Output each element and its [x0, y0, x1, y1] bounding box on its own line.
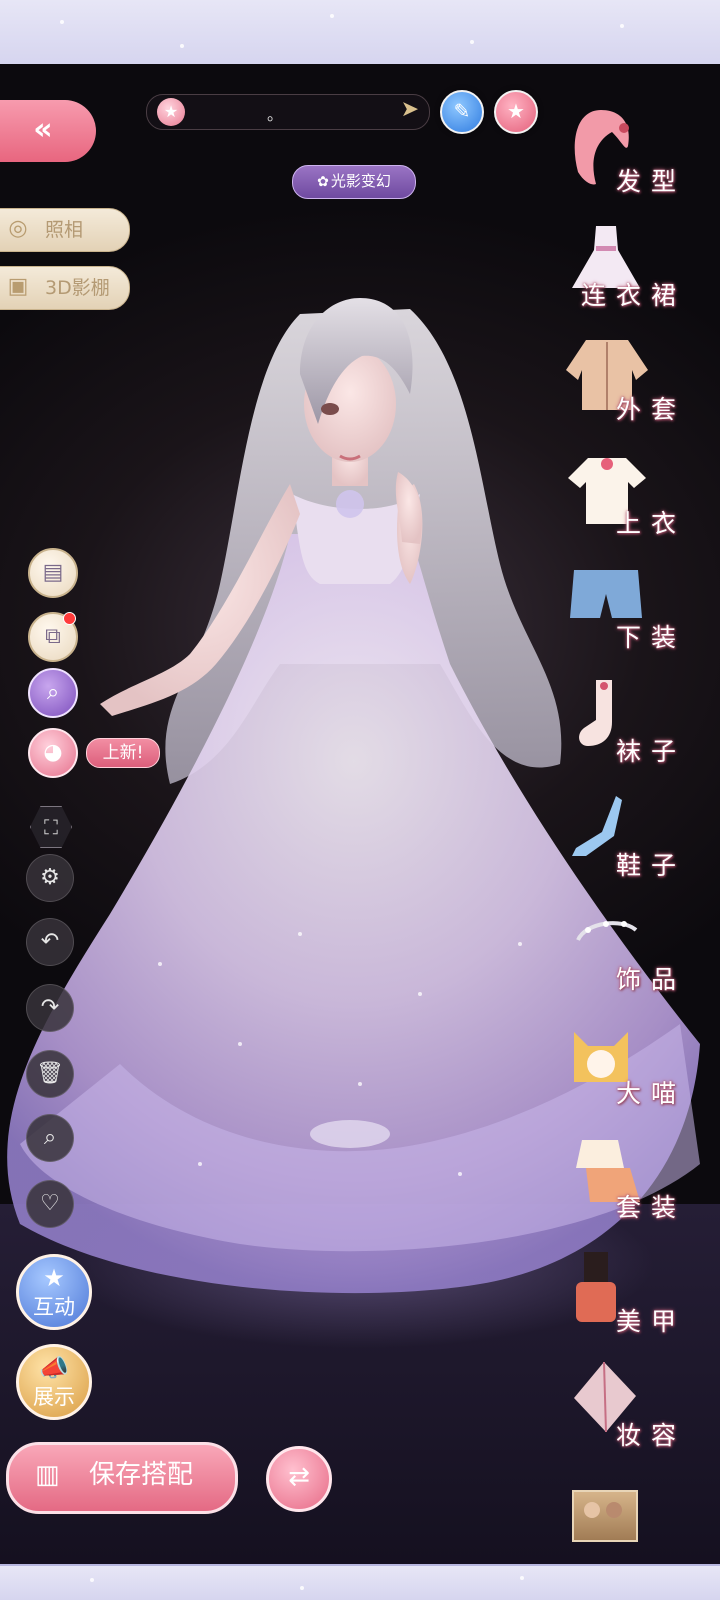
- category-label: 袜子: [615, 737, 686, 766]
- category-label: 妆容: [615, 1421, 686, 1450]
- photo-label: 照相: [45, 219, 84, 241]
- category-hair[interactable]: 发型: [566, 102, 686, 202]
- light-effect-button[interactable]: ✿ 光影变幻: [292, 165, 416, 199]
- swap-icon[interactable]: ⇄: [266, 1446, 332, 1512]
- flower-icon: ✿: [317, 174, 329, 190]
- palette-box-icon: [584, 1502, 600, 1518]
- category-shoes[interactable]: 鞋子: [566, 786, 686, 886]
- interact-button[interactable]: ★ 互动: [16, 1254, 92, 1330]
- category-top[interactable]: 上衣: [566, 444, 686, 544]
- outfit-selector-bar[interactable]: ★ 。 ➤: [146, 94, 430, 130]
- category-label: 上衣: [615, 509, 686, 538]
- selector-text: 。: [267, 105, 284, 124]
- bottom-frame-strip: [0, 1564, 720, 1600]
- layers-icon[interactable]: ⧉: [28, 612, 78, 662]
- category-big-cat[interactable]: 大喵: [566, 1014, 686, 1114]
- category-coat[interactable]: 外套: [566, 330, 686, 430]
- new-badge: 上新!: [86, 738, 160, 768]
- category-label: 大喵: [615, 1079, 686, 1108]
- category-label: 外套: [615, 395, 686, 424]
- favorite-star-icon[interactable]: ★: [494, 90, 538, 134]
- category-outfit-set[interactable]: 套装: [566, 1128, 686, 1228]
- save-icon: ▥: [35, 1460, 60, 1490]
- wardrobe-icon[interactable]: ▤: [28, 548, 78, 598]
- star-icon[interactable]: ★: [157, 98, 185, 126]
- category-nails[interactable]: 美甲: [566, 1242, 686, 1342]
- star-icon: ★: [43, 1264, 65, 1292]
- undo-icon[interactable]: ↶: [26, 918, 74, 966]
- pen-icon[interactable]: ✎: [440, 90, 484, 134]
- category-label: 连衣裙: [580, 281, 686, 310]
- category-makeup[interactable]: 妆容: [566, 1356, 686, 1456]
- top-frame-strip: [0, 0, 720, 66]
- photo-button[interactable]: ◎ 照相: [0, 208, 130, 252]
- light-effect-label: 光影变幻: [330, 172, 391, 190]
- category-label: 鞋子: [615, 851, 686, 880]
- heart-icon[interactable]: ♡: [26, 1180, 74, 1228]
- category-label: 饰品: [615, 965, 686, 994]
- settings-icon[interactable]: ⚙: [26, 854, 74, 902]
- studio-3d-button[interactable]: ▣ 3D影棚: [0, 266, 130, 310]
- double-chevron-left-icon: «: [33, 112, 53, 147]
- category-next-partial[interactable]: [572, 1490, 638, 1542]
- chevron-right-icon[interactable]: ➤: [401, 97, 419, 122]
- cube-icon: ▣: [7, 274, 29, 299]
- trash-icon[interactable]: 🗑: [26, 1050, 74, 1098]
- interact-label: 互动: [33, 1295, 75, 1319]
- back-button[interactable]: «: [0, 100, 96, 162]
- megaphone-icon: 📣: [39, 1354, 69, 1382]
- category-socks[interactable]: 袜子: [566, 672, 686, 772]
- search-filter-icon[interactable]: ⌕: [28, 668, 78, 718]
- showcase-button[interactable]: 📣 展示: [16, 1344, 92, 1420]
- category-accessories[interactable]: 饰品: [566, 900, 686, 1000]
- category-label: 发型: [615, 167, 686, 196]
- category-label: 套装: [615, 1193, 686, 1222]
- notification-dot: [63, 612, 76, 625]
- showcase-label: 展示: [33, 1385, 75, 1409]
- studio-label: 3D影棚: [45, 277, 110, 299]
- camera-icon: ◎: [8, 216, 28, 241]
- save-label: 保存搭配: [89, 1460, 194, 1490]
- palette-box-icon: [606, 1502, 622, 1518]
- category-label: 下装: [615, 623, 686, 652]
- category-dress[interactable]: 连衣裙: [566, 216, 686, 316]
- category-label: 美甲: [615, 1307, 686, 1336]
- magnify-icon[interactable]: ⌕: [26, 1114, 74, 1162]
- redo-icon[interactable]: ↷: [26, 984, 74, 1032]
- palette-icon[interactable]: ◕: [28, 728, 78, 778]
- category-bottoms[interactable]: 下装: [566, 558, 686, 658]
- save-outfit-button[interactable]: ▥ 保存搭配: [6, 1442, 238, 1514]
